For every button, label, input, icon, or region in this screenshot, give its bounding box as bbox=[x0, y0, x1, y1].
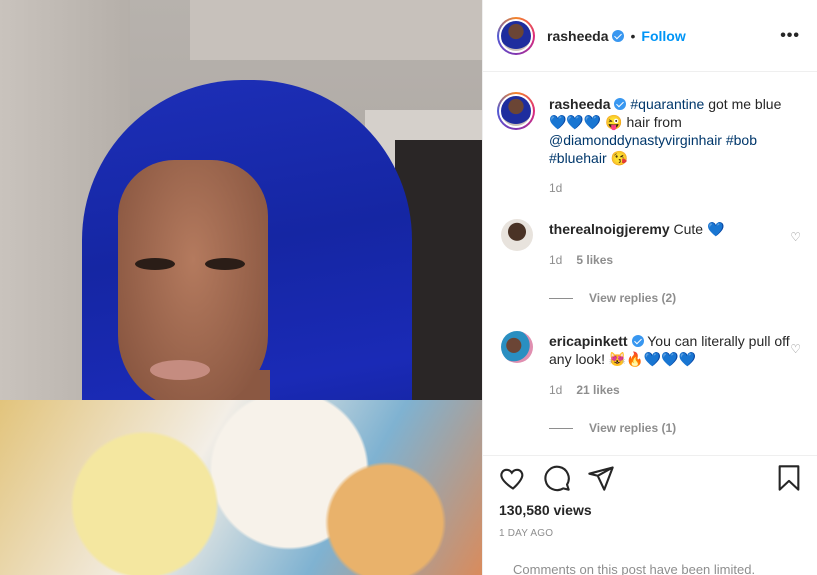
view-count[interactable]: 130,580 views bbox=[499, 502, 592, 518]
comment-body: Cute 💙 bbox=[673, 221, 725, 237]
comment-text: ericapinkett You can literally pull off … bbox=[549, 332, 799, 368]
subject-eye-right bbox=[205, 258, 245, 270]
subject-eye-left bbox=[135, 258, 175, 270]
hashtag-link[interactable]: #quarantine bbox=[630, 96, 704, 112]
caption-emoji: 😘 bbox=[606, 150, 628, 166]
caption-username[interactable]: rasheeda bbox=[549, 96, 610, 112]
comment-time[interactable]: 1d bbox=[549, 383, 562, 397]
subject-lips bbox=[150, 360, 210, 380]
comment-time[interactable]: 1d bbox=[549, 253, 562, 267]
post-timestamp[interactable]: 1 DAY AGO bbox=[499, 528, 553, 539]
comment-meta: 1d 5 likes bbox=[549, 253, 613, 267]
comment-username[interactable]: therealnoigjeremy bbox=[549, 221, 670, 237]
follow-button[interactable]: Follow bbox=[641, 28, 685, 44]
mention-link[interactable]: @diamonddynastyvirginhair bbox=[549, 132, 722, 148]
post-header: rasheeda • Follow ••• bbox=[483, 0, 817, 72]
comment-likes[interactable]: 5 likes bbox=[576, 253, 613, 267]
view-replies-button[interactable]: View replies (2) bbox=[549, 291, 676, 305]
paper-plane-icon[interactable] bbox=[587, 464, 615, 492]
caption-time[interactable]: 1d bbox=[549, 181, 562, 195]
verified-badge-icon bbox=[612, 30, 625, 42]
comments-limited-note: Comments on this post have been limited. bbox=[513, 562, 756, 575]
comment-likes[interactable]: 21 likes bbox=[576, 383, 619, 397]
hashtag-link[interactable]: #bob bbox=[726, 132, 757, 148]
comment-username[interactable]: ericapinkett bbox=[549, 333, 628, 349]
author-username[interactable]: rasheeda bbox=[547, 28, 608, 44]
comment-icon[interactable] bbox=[543, 464, 571, 492]
post-sidebar: rasheeda • Follow ••• rasheeda #quaranti… bbox=[482, 0, 817, 575]
like-comment-icon[interactable]: ♡ bbox=[790, 342, 801, 356]
subject-shirt bbox=[0, 400, 482, 575]
like-comment-icon[interactable]: ♡ bbox=[790, 230, 801, 244]
bookmark-icon[interactable] bbox=[775, 464, 803, 492]
commenter-avatar[interactable] bbox=[501, 219, 533, 251]
comment-text: therealnoigjeremy Cute 💙 bbox=[549, 220, 799, 238]
author-info: rasheeda • Follow bbox=[547, 28, 686, 44]
heart-icon[interactable] bbox=[499, 464, 527, 492]
post-actions: 130,580 views 1 DAY AGO Comments on this… bbox=[483, 455, 817, 575]
verified-badge-icon bbox=[631, 335, 644, 347]
post-media[interactable] bbox=[0, 0, 482, 575]
hashtag-link[interactable]: #bluehair bbox=[549, 150, 607, 166]
caption-text: rasheeda #quarantine got me blue 💙💙💙 😜 h… bbox=[549, 95, 799, 167]
separator-dot: • bbox=[630, 28, 636, 44]
caption-avatar[interactable] bbox=[497, 92, 535, 130]
commenter-avatar[interactable] bbox=[501, 331, 533, 363]
more-options-icon[interactable]: ••• bbox=[780, 27, 800, 45]
verified-badge-icon bbox=[614, 98, 627, 110]
author-avatar[interactable] bbox=[497, 17, 535, 55]
comment-meta: 1d 21 likes bbox=[549, 383, 620, 397]
background-ceiling bbox=[190, 0, 482, 60]
view-replies-button[interactable]: View replies (1) bbox=[549, 421, 676, 435]
